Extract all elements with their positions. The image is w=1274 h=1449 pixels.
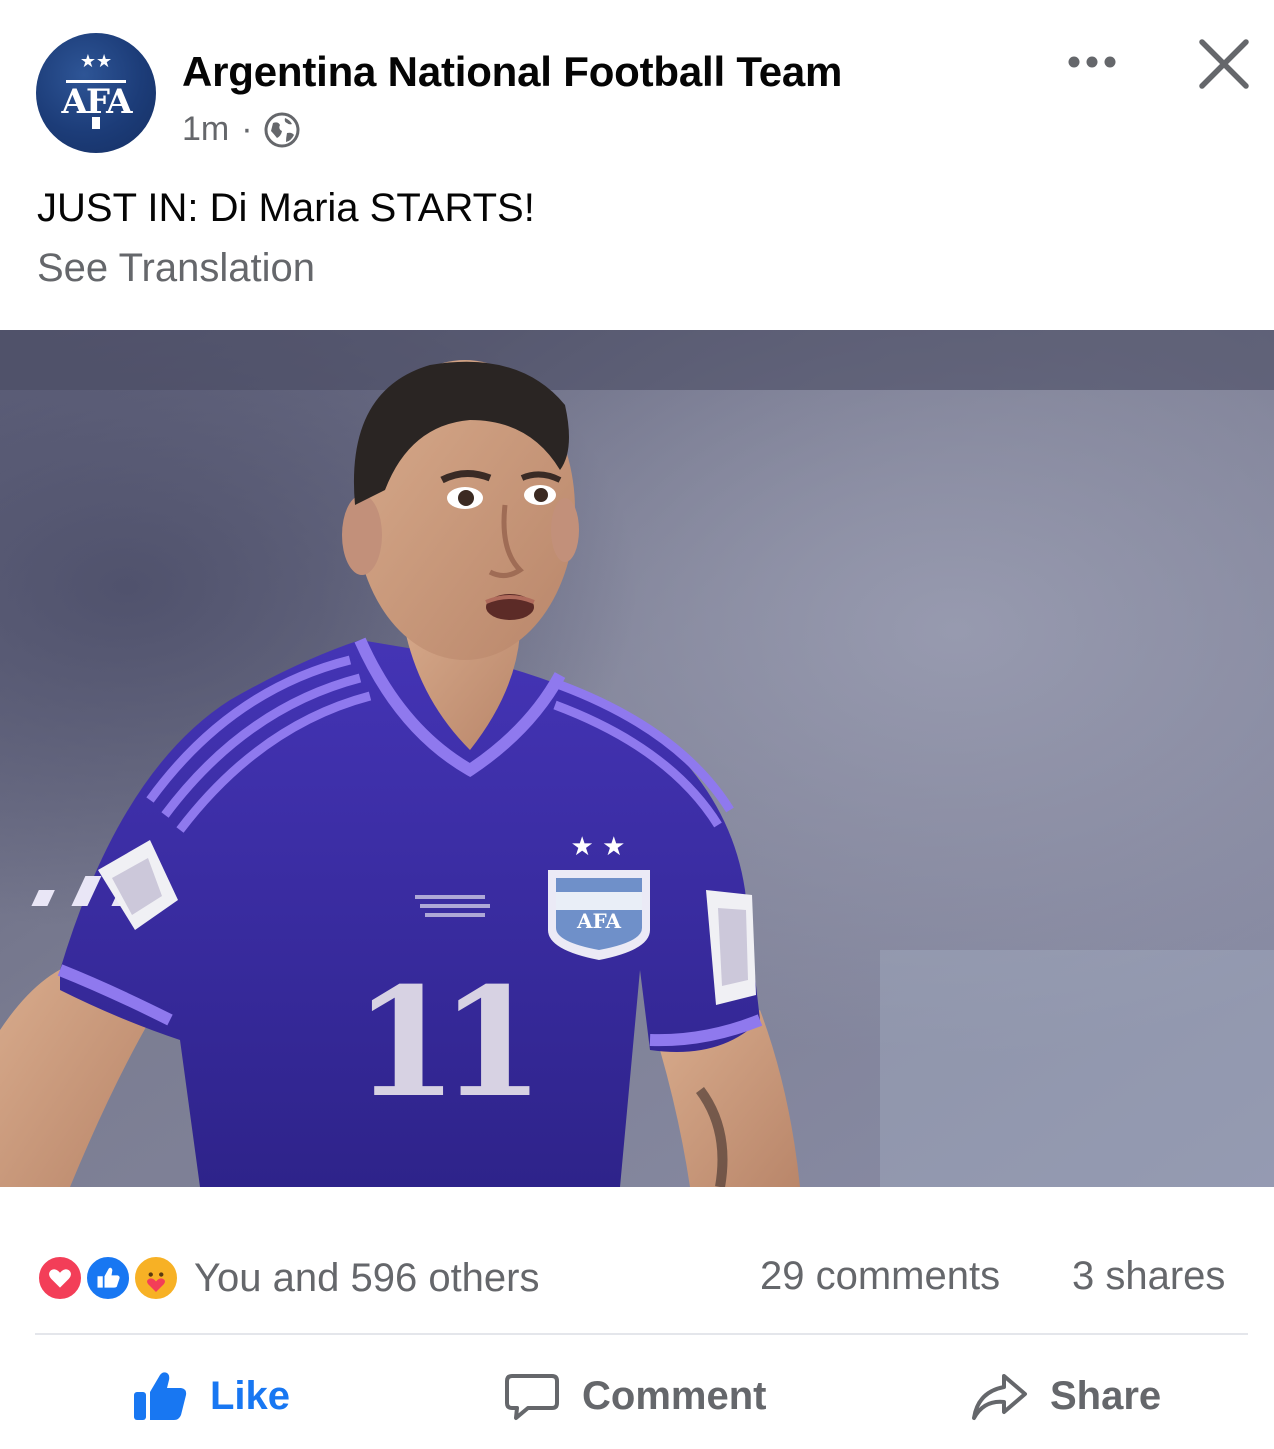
reaction-icons <box>36 1252 184 1304</box>
post-text: JUST IN: Di Maria STARTS! <box>37 186 535 230</box>
share-icon <box>972 1374 1027 1420</box>
comment-icon <box>505 1374 559 1420</box>
close-button[interactable] <box>1196 36 1252 92</box>
page-name[interactable]: Argentina National Football Team <box>182 48 842 96</box>
globe-icon <box>264 112 300 147</box>
page-avatar[interactable]: ★★ AFA <box>36 33 156 153</box>
see-translation-link[interactable]: See Translation <box>37 246 315 291</box>
love-reaction-icon <box>36 1254 84 1302</box>
like-reaction-icon <box>84 1254 132 1302</box>
jersey-number: 11 <box>354 955 530 1131</box>
shares-count[interactable]: 3 shares <box>1072 1254 1225 1299</box>
post-time[interactable]: 1m <box>182 110 229 149</box>
more-options-button[interactable] <box>1060 44 1124 80</box>
share-label: Share <box>1050 1373 1162 1418</box>
crest-text: AFA <box>576 909 622 933</box>
svg-text:★ ★: ★ ★ <box>571 832 626 862</box>
comment-button[interactable]: Comment <box>504 1364 766 1428</box>
divider <box>35 1333 1248 1335</box>
post-meta: 1m · <box>182 110 301 149</box>
meta-separator: · <box>241 110 253 148</box>
share-button[interactable]: Share <box>970 1364 1161 1428</box>
post-photo[interactable]: ★ ★ AFA 11 <box>0 330 1274 1187</box>
like-label: Like <box>210 1373 291 1418</box>
reactions-summary[interactable]: You and 596 others <box>36 1252 540 1304</box>
care-reaction-icon <box>132 1254 180 1302</box>
comment-label: Comment <box>582 1373 767 1418</box>
avatar-logo-text: AFA <box>61 82 134 122</box>
comments-count[interactable]: 29 comments <box>760 1254 1000 1299</box>
close-icon <box>1199 39 1249 89</box>
reaction-count: You and 596 others <box>194 1255 540 1300</box>
like-button[interactable]: Like <box>132 1364 290 1428</box>
thumbs-up-icon <box>134 1372 187 1420</box>
avatar-stars: ★★ <box>80 51 112 72</box>
more-horizontal-icon <box>1068 56 1116 68</box>
